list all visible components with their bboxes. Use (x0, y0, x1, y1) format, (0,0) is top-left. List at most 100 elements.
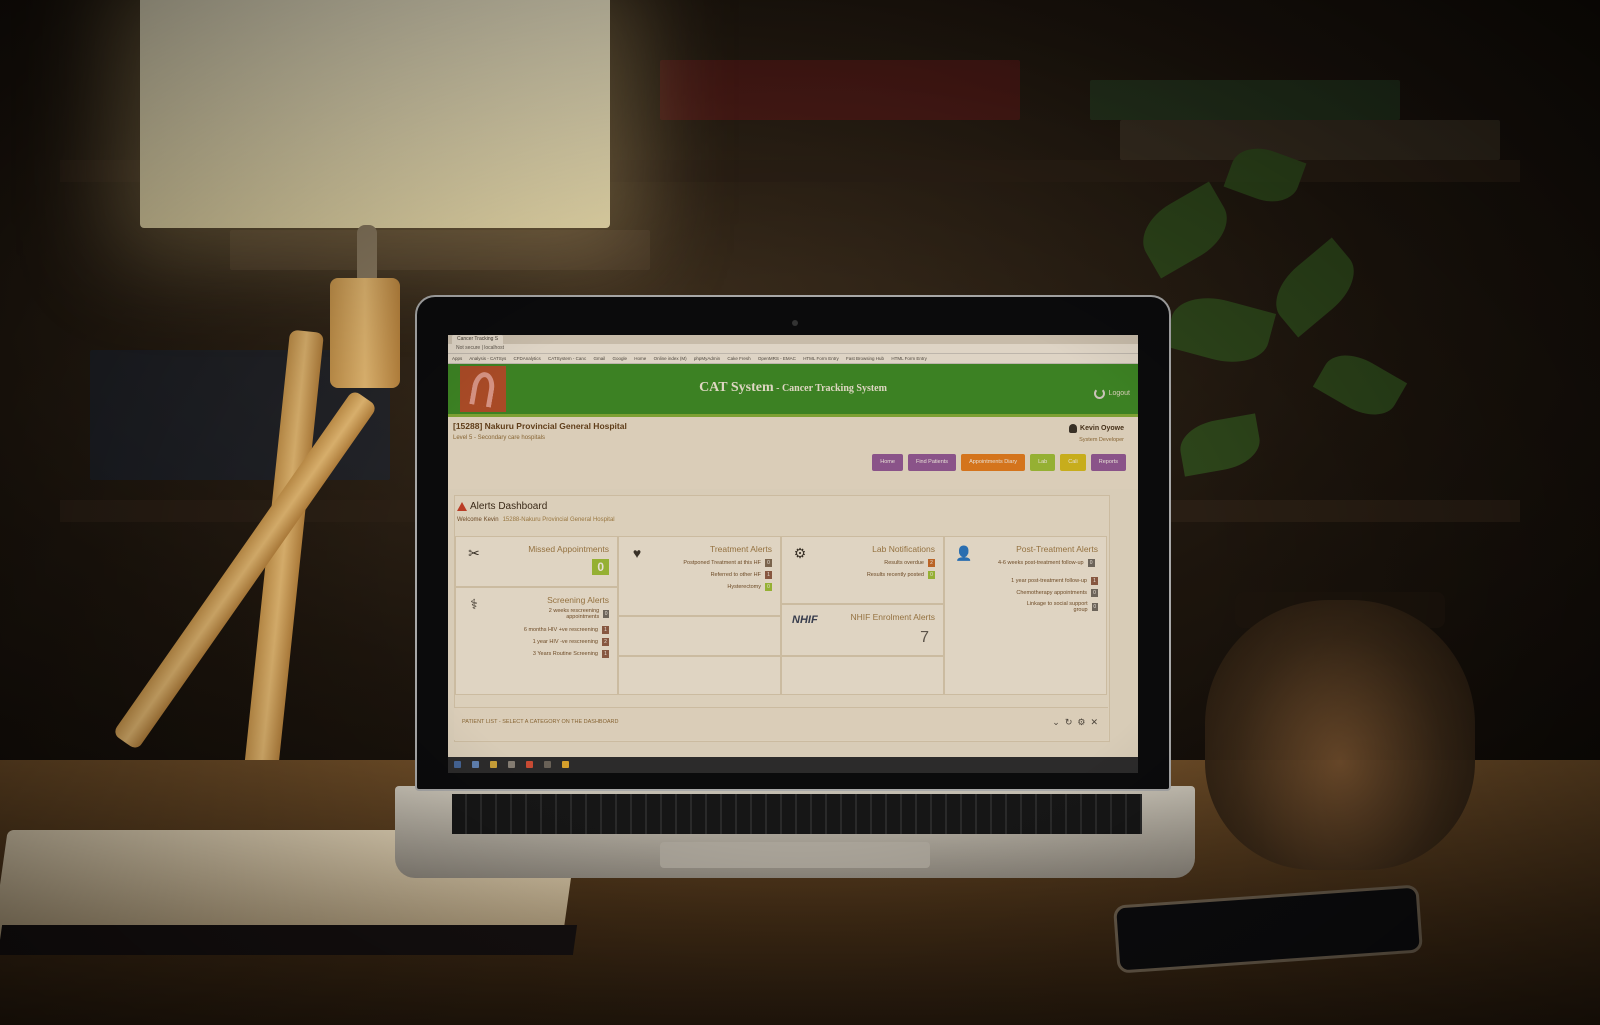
taskview-icon[interactable] (472, 761, 479, 768)
card-title: Lab Notifications (872, 544, 935, 554)
bookmark[interactable]: HTML Form Entry (803, 356, 839, 361)
alert-row[interactable]: Results overdue 2 (884, 559, 935, 567)
bookmark[interactable]: Online index (M) (654, 356, 687, 361)
bookmark[interactable]: CATSystem - Canc (548, 356, 586, 361)
facility-level: Level 5 - Secondary care hospitals (453, 435, 546, 441)
bookmark[interactable]: Gmail (593, 356, 605, 361)
webcam (792, 320, 798, 326)
bookmark[interactable]: Google (613, 356, 628, 361)
folder-icon[interactable] (490, 761, 497, 768)
row-count: 0 (765, 583, 772, 591)
card-title: Post-Treatment Alerts (1016, 544, 1098, 554)
nav-cali[interactable]: Cali (1060, 454, 1086, 471)
lab-notifications-card[interactable]: ⚙ Lab Notifications Results overdue 2 Res… (781, 536, 944, 604)
panel-tools: ⌄ ↻ ⚙ ✕ (1052, 717, 1098, 728)
browser-tab[interactable]: Cancer Tracking S (452, 335, 504, 344)
card-title: Screening Alerts (547, 595, 609, 605)
laptop-trackpad (660, 842, 930, 868)
bookmark[interactable]: phpMyAdmin (694, 356, 720, 361)
laptop-keyboard (452, 794, 1142, 834)
patient-list-title: PATIENT LIST - SELECT A CATEGORY ON THE … (462, 719, 619, 725)
laptop-screen: Cancer Tracking S Not secure | localhost… (448, 335, 1138, 773)
row-label: 1 year post-treatment follow-up (1011, 578, 1087, 584)
nav-find-patients[interactable]: Find Patients (907, 454, 957, 471)
alerts-dashboard: Alerts Dashboard Welcome Kevin 15288-Naku… (454, 495, 1110, 742)
store-icon[interactable] (508, 761, 515, 768)
alert-row[interactable]: Results recently posted 0 (867, 571, 935, 579)
row-label: Postponed Treatment at this HF (683, 560, 761, 566)
address-bar[interactable]: Not secure | localhost (448, 344, 1138, 354)
alert-row[interactable]: 1 year post-treatment follow-up 1 (1011, 577, 1098, 585)
alert-row[interactable]: 1 year HIV -ve rescreening 2 (533, 638, 609, 646)
row-count: 0 (1091, 589, 1098, 597)
facility-name: [15288] Nakuru Provincial General Hospit… (453, 421, 627, 431)
alert-row[interactable]: Chemotherapy appointments 0 (1016, 589, 1098, 597)
row-label: 3 Years Routine Screening (532, 651, 598, 657)
facility-bar: [15288] Nakuru Provincial General Hospit… (448, 417, 1138, 489)
row-label: 1 year HIV -ve rescreening (532, 639, 598, 645)
book (230, 230, 650, 270)
bookmark[interactable]: Home (634, 356, 646, 361)
nav-lab[interactable]: Lab (1030, 454, 1056, 471)
missed-appointments-card[interactable]: ✂ Missed Appointments 0 (455, 536, 618, 587)
flask-gear-icon: ⚙ (793, 545, 807, 561)
card-title: Missed Appointments (528, 544, 609, 554)
row-count: 0 (1091, 603, 1098, 611)
warning-icon (457, 502, 467, 511)
bookmark[interactable]: Cake Fresh (727, 356, 750, 361)
doctor-icon: ⚕ (470, 596, 478, 612)
row-label: Linkage to social support group (1026, 601, 1088, 613)
alert-row[interactable]: 3 Years Routine Screening 1 (533, 650, 609, 658)
photo-scene: Cancer Tracking S Not secure | localhost… (0, 0, 1600, 1025)
row-count: 1 (1091, 577, 1098, 585)
alert-row[interactable]: Referred to other HF 1 (711, 571, 772, 579)
chrome-icon[interactable] (526, 761, 533, 768)
alert-row[interactable]: Linkage to social support group 0 (1018, 601, 1098, 613)
user-icon (1069, 424, 1078, 433)
start-icon[interactable] (454, 761, 461, 768)
nav-appointments-diary[interactable]: Appointments Diary (961, 454, 1026, 471)
row-count: 0 (603, 610, 609, 618)
nhif-enrolment-card[interactable]: NHIF NHIF Enrolment Alerts 7 (781, 604, 944, 656)
user-menu[interactable]: Kevin Oyowe (1069, 424, 1124, 433)
bookmark[interactable]: Analysis - CATSys (469, 356, 506, 361)
alert-row[interactable]: Postponed Treatment at this HF 0 (683, 559, 772, 567)
nav-reports[interactable]: Reports (1090, 454, 1126, 471)
row-label: Chemotherapy appointments (1016, 590, 1087, 596)
screening-alerts-card[interactable]: ⚕ Screening Alerts 2 weeks rescreening a… (455, 587, 618, 695)
power-icon (1093, 388, 1105, 399)
row-count: 2 (928, 559, 935, 567)
logout-button[interactable]: Logout (1093, 388, 1130, 399)
row-count: 1 (602, 650, 609, 658)
app-icon[interactable] (562, 761, 569, 768)
alert-row[interactable]: 4-6 weeks post-treatment follow-up 0 (998, 559, 1098, 567)
bookmark[interactable]: OpenMRS - EMAC (758, 356, 796, 361)
row-label: Results overdue (884, 560, 924, 566)
refresh-icon[interactable]: ↻ (1065, 717, 1073, 728)
bookmark[interactable]: CFDAnalytics (513, 356, 540, 361)
alert-row[interactable]: 6 months HIV +ve rescreening 1 (524, 626, 609, 634)
row-count: 1 (602, 626, 609, 634)
user-role: System Developer (1079, 437, 1124, 443)
alert-row[interactable]: 2 weeks rescreening appointments 0 (529, 608, 609, 620)
book (1120, 120, 1500, 160)
row-count: 0 (928, 571, 935, 579)
nav-home[interactable]: Home (872, 454, 903, 471)
bookmark[interactable]: HTML Form Entry (891, 356, 927, 361)
location-text: 15288-Nakuru Provincial General Hospital (502, 517, 615, 523)
bookmark[interactable]: Apps (452, 356, 462, 361)
app-header: CAT System - Cancer Tracking System Logo… (448, 364, 1138, 417)
treatment-alerts-card[interactable]: ♥ Treatment Alerts Postponed Treatment a… (618, 536, 781, 616)
app-icon[interactable] (544, 761, 551, 768)
card-title: NHIF Enrolment Alerts (850, 612, 935, 622)
alert-row[interactable]: Hysterectomy 0 (727, 583, 772, 591)
logout-label: Logout (1108, 390, 1130, 397)
post-treatment-alerts-card[interactable]: 👤 Post-Treatment Alerts 4-6 weeks post-t… (944, 536, 1107, 695)
main-nav: Home Find Patients Appointments Diary La… (872, 454, 1126, 471)
chevron-down-icon[interactable]: ⌄ (1052, 717, 1060, 728)
card-title: Treatment Alerts (709, 544, 772, 554)
count-badge: 0 (592, 559, 609, 575)
bookmark[interactable]: Fast Browsing Hub (846, 356, 884, 361)
gear-icon[interactable]: ⚙ (1077, 717, 1085, 728)
close-icon[interactable]: ✕ (1090, 717, 1098, 728)
